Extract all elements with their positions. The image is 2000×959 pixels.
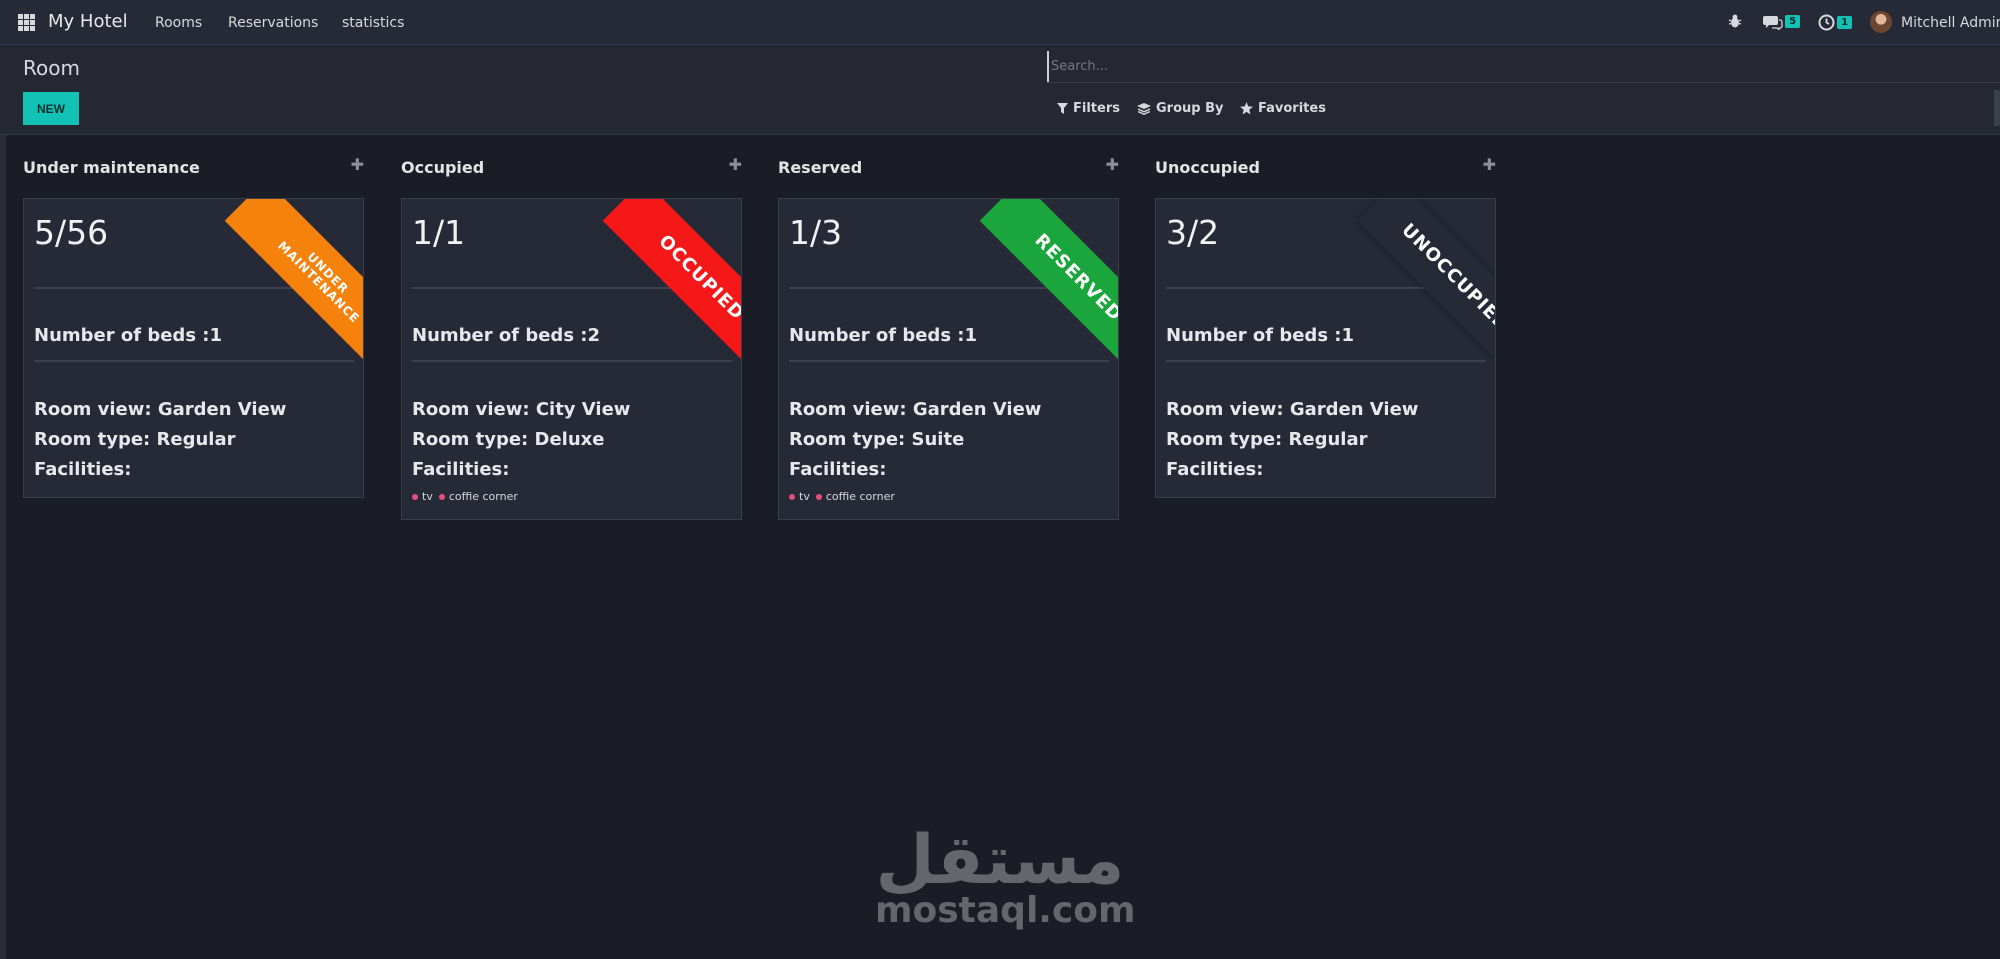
room-name: 1/1 xyxy=(412,213,466,252)
control-panel: Room NEW Filters Group By Favorites xyxy=(0,45,2000,135)
column-add-icon[interactable]: ✚ xyxy=(729,155,742,174)
messages-button[interactable]: 5 xyxy=(1763,14,1801,34)
panel-scrollbar[interactable] xyxy=(1994,90,2000,126)
filters-button[interactable]: Filters xyxy=(1057,101,1120,116)
facility-tags: tv coffie corner xyxy=(789,490,895,503)
star-icon xyxy=(1240,102,1253,115)
user-avatar[interactable] xyxy=(1870,11,1892,33)
room-card[interactable]: 1/3 Number of beds :1 Room view: Garden … xyxy=(778,198,1119,520)
column-add-icon[interactable]: ✚ xyxy=(1483,155,1496,174)
watermark-arabic: مستقل xyxy=(875,821,1125,900)
filter-icon xyxy=(1057,103,1068,114)
chat-icon xyxy=(1763,16,1783,32)
room-name: 1/3 xyxy=(789,213,843,252)
ribbon-label: OCCUPIED xyxy=(602,199,741,359)
group-by-label: Group By xyxy=(1156,101,1224,116)
room-type-field: Room type: Regular xyxy=(1166,429,1368,450)
tag-dot-icon xyxy=(438,493,445,500)
activities-count-badge: 1 xyxy=(1837,16,1853,29)
beds-field: Number of beds :2 xyxy=(412,325,601,346)
room-name: 3/2 xyxy=(1166,213,1220,252)
layers-icon xyxy=(1137,102,1151,115)
facilities-label: Facilities: xyxy=(1166,459,1264,480)
facility-tag: coffie corner xyxy=(438,490,518,503)
room-view-field: Room view: Garden View xyxy=(1166,399,1419,420)
tag-label: tv xyxy=(422,490,433,503)
facilities-label: Facilities: xyxy=(412,459,510,480)
menu-rooms[interactable]: Rooms xyxy=(155,15,202,31)
card-divider xyxy=(34,360,354,362)
ribbon-label: UNOCCUPIED xyxy=(1356,199,1495,359)
column-title: Occupied xyxy=(401,158,485,177)
user-menu[interactable]: Mitchell Admin xyxy=(1901,15,2000,31)
room-view-field: Room view: Garden View xyxy=(34,399,287,420)
status-ribbon: RESERVED xyxy=(958,199,1118,359)
search-input[interactable] xyxy=(1047,51,2000,82)
status-ribbon: UNDER MAINTENANCE xyxy=(203,199,363,359)
ribbon-label: UNDER MAINTENANCE xyxy=(224,199,363,359)
tag-label: tv xyxy=(799,490,810,503)
beds-field: Number of beds :1 xyxy=(1166,325,1355,346)
status-ribbon: UNOCCUPIED xyxy=(1335,199,1495,359)
card-divider xyxy=(789,360,1109,362)
status-ribbon: OCCUPIED xyxy=(581,199,741,359)
facility-tag: coffie corner xyxy=(815,490,895,503)
kanban-column-under-maintenance: Under maintenance ✚ 5/56 Number of beds … xyxy=(23,155,364,498)
top-navbar: My Hotel Rooms Reservations statistics 5… xyxy=(0,0,2000,45)
favorites-button[interactable]: Favorites xyxy=(1240,101,1326,116)
tag-dot-icon xyxy=(412,493,418,500)
room-card[interactable]: 5/56 Number of beds :1 Room view: Garden… xyxy=(23,198,364,498)
facilities-label: Facilities: xyxy=(34,459,132,480)
room-card[interactable]: 1/1 Number of beds :2 Room view: City Vi… xyxy=(401,198,742,520)
facility-tag: tv xyxy=(412,490,433,503)
activities-button[interactable]: 1 xyxy=(1818,14,1853,35)
column-title: Under maintenance xyxy=(23,158,200,177)
room-name: 5/56 xyxy=(34,213,109,252)
left-edge xyxy=(0,0,6,959)
room-card[interactable]: 3/2 Number of beds :1 Room view: Garden … xyxy=(1155,198,1496,498)
favorites-label: Favorites xyxy=(1258,101,1326,116)
room-type-field: Room type: Deluxe xyxy=(412,429,605,450)
beds-field: Number of beds :1 xyxy=(34,325,223,346)
breadcrumb: Room xyxy=(23,56,80,80)
menu-reservations[interactable]: Reservations xyxy=(228,15,318,31)
column-title: Reserved xyxy=(778,158,863,177)
search-bar xyxy=(1047,51,2000,83)
room-type-field: Room type: Suite xyxy=(789,429,965,450)
card-divider xyxy=(412,360,732,362)
new-button[interactable]: NEW xyxy=(23,92,79,125)
filters-label: Filters xyxy=(1073,101,1120,116)
tag-dot-icon xyxy=(789,493,795,500)
kanban-column-unoccupied: Unoccupied ✚ 3/2 Number of beds :1 Room … xyxy=(1155,155,1496,498)
facilities-label: Facilities: xyxy=(789,459,887,480)
column-add-icon[interactable]: ✚ xyxy=(1106,155,1119,174)
card-divider xyxy=(1166,360,1486,362)
kanban-column-reserved: Reserved ✚ 1/3 Number of beds :1 Room vi… xyxy=(778,155,1119,520)
tag-label: coffie corner xyxy=(825,490,895,503)
group-by-button[interactable]: Group By xyxy=(1137,101,1223,116)
tag-dot-icon xyxy=(815,493,822,500)
room-view-field: Room view: Garden View xyxy=(789,399,1042,420)
room-type-field: Room type: Regular xyxy=(34,429,236,450)
room-view-field: Room view: City View xyxy=(412,399,631,420)
tag-label: coffie corner xyxy=(448,490,518,503)
messages-count-badge: 5 xyxy=(1785,15,1801,28)
menu-statistics[interactable]: statistics xyxy=(342,15,404,31)
app-brand[interactable]: My Hotel xyxy=(48,11,128,32)
app-grid-icon[interactable] xyxy=(18,14,35,31)
watermark-latin: mostaql.com xyxy=(875,890,1136,931)
facility-tags: tv coffie corner xyxy=(412,490,518,503)
column-add-icon[interactable]: ✚ xyxy=(351,155,364,174)
kanban-column-occupied: Occupied ✚ 1/1 Number of beds :2 Room vi… xyxy=(401,155,742,520)
bug-icon[interactable] xyxy=(1728,13,1742,29)
clock-icon xyxy=(1818,14,1835,31)
column-title: Unoccupied xyxy=(1155,158,1260,177)
ribbon-label: RESERVED xyxy=(979,199,1118,359)
beds-field: Number of beds :1 xyxy=(789,325,978,346)
facility-tag: tv xyxy=(789,490,810,503)
watermark: مستقل mostaql.com xyxy=(875,821,1136,931)
